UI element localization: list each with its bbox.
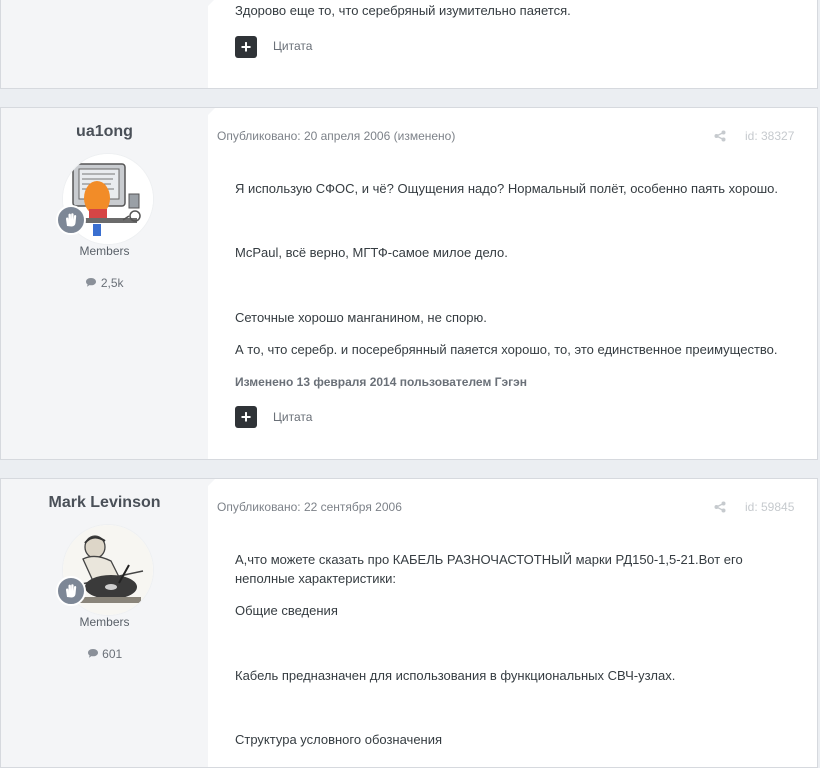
post-count: 2,5k (1, 276, 208, 290)
post-text: McPaul, всё верно, МГТФ-самое милое дело… (235, 245, 508, 260)
post-count-value: 2,5k (100, 276, 124, 290)
member-group: Members (79, 244, 130, 258)
rank-hand-icon (66, 584, 77, 598)
post-id[interactable]: id: 59845 (745, 500, 794, 514)
share-icon[interactable] (714, 501, 726, 513)
published-date[interactable]: Опубликовано: 20 апреля 2006 (изменено) (217, 129, 455, 143)
quote-button[interactable]: Цитата (273, 39, 312, 53)
post-id[interactable]: id: 38327 (745, 129, 794, 143)
share-icon[interactable] (714, 130, 726, 142)
post-text: Структура условного обозначения (235, 732, 443, 747)
post-previous: Здорово еще то, что серебряный изумитель… (0, 0, 818, 89)
comment-icon (86, 278, 97, 287)
post-text: Здорово еще то, что серебряный изумитель… (235, 3, 571, 18)
post-count: 601 (1, 647, 208, 661)
author-name[interactable]: ua1ong (1, 123, 208, 141)
post-text: Я использую СФОС, и чё? Ощущения надо? Н… (235, 181, 778, 196)
rank-badge (56, 205, 86, 235)
published-date[interactable]: Опубликовано: 22 сентября 2006 (217, 500, 402, 514)
quote-button[interactable]: Цитата (273, 410, 312, 424)
post-text: Общие сведения (235, 603, 338, 618)
post-mark-levinson: Mark Levinson Members 601 Опубликовано: … (0, 478, 818, 768)
plus-button[interactable]: + (235, 36, 257, 58)
post-text: Кабель предназначен для использования в … (235, 668, 676, 683)
author-panel (1, 0, 215, 88)
post-text: А,что можете сказать про КАБЕЛЬ РАЗНОЧАС… (235, 552, 743, 567)
plus-button[interactable]: + (235, 406, 257, 428)
author-panel: Mark Levinson Members 601 (1, 479, 215, 767)
member-group: Members (79, 615, 130, 629)
author-panel: ua1ong Members 2,5k (1, 108, 215, 459)
author-name[interactable]: Mark Levinson (1, 494, 208, 512)
post-count-value: 601 (102, 647, 123, 661)
post-text: А то, что серебр. и посеребрянный паяетс… (235, 342, 778, 357)
post-ua1ong: ua1ong Members 2,5k Опубликовано: 20 апр… (0, 107, 818, 460)
post-text: Сеточные хорошо манганином, не спорю. (235, 310, 487, 325)
comment-icon (87, 649, 98, 658)
edited-note: Изменено 13 февраля 2014 пользователем Г… (235, 375, 527, 389)
rank-badge (56, 576, 86, 606)
post-text: неполные характеристики: (235, 571, 397, 586)
rank-hand-icon (66, 213, 77, 227)
